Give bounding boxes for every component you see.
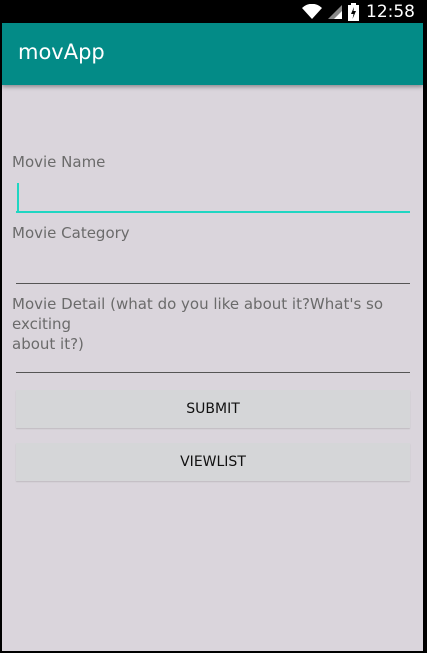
movie-name-underline — [16, 211, 410, 213]
viewlist-button[interactable]: VIEWLIST — [16, 443, 410, 481]
text-cursor — [17, 183, 19, 211]
movie-detail-underline — [16, 372, 410, 373]
status-time: 12:58 — [366, 1, 415, 22]
phone-screen: 12:58 movApp Movie Name Movie Category M… — [2, 0, 423, 651]
wifi-icon — [302, 3, 322, 19]
movie-detail-label-line1: Movie Detail (what do you like about it?… — [12, 295, 384, 333]
movie-category-field[interactable] — [16, 254, 410, 284]
movie-category-label: Movie Category — [12, 224, 130, 242]
movie-name-field[interactable] — [16, 183, 410, 213]
submit-button[interactable]: SUBMIT — [16, 390, 410, 428]
signal-icon — [328, 4, 342, 19]
status-icons: 12:58 — [302, 0, 415, 23]
status-bar: 12:58 — [2, 0, 423, 23]
app-title: movApp — [18, 40, 105, 64]
app-bar: movApp — [2, 23, 423, 85]
movie-category-underline — [16, 283, 410, 284]
movie-detail-field[interactable] — [16, 343, 410, 373]
battery-charging-icon — [348, 2, 359, 21]
movie-name-label: Movie Name — [12, 153, 106, 171]
